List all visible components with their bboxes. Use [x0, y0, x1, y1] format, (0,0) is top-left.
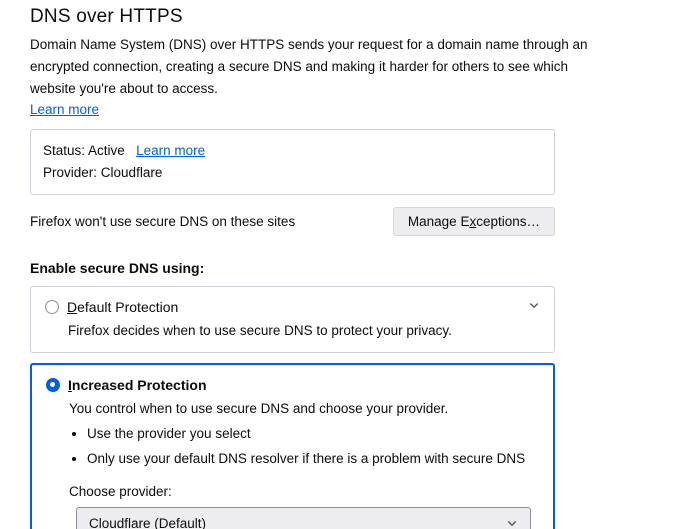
manage-exceptions-button[interactable]: Manage Exceptions… — [393, 207, 555, 236]
provider-select[interactable]: Cloudflare (Default) — [76, 507, 531, 529]
option-default-protection[interactable]: Default Protection Firefox decides when … — [30, 286, 555, 353]
list-item: Only use your default DNS resolver if th… — [87, 451, 539, 466]
doh-status-box: Status: Active Learn more Provider: Clou… — [30, 129, 555, 195]
status-value: Active — [88, 143, 125, 158]
option-default-title: Default Protection — [67, 299, 178, 315]
provider-value: Cloudflare — [101, 165, 163, 180]
provider-select-value: Cloudflare (Default) — [89, 516, 206, 529]
status-learn-more-link[interactable]: Learn more — [136, 143, 205, 158]
option-default-desc: Firefox decides when to use secure DNS t… — [68, 323, 540, 338]
exceptions-text: Firefox won't use secure DNS on these si… — [30, 214, 393, 229]
radio-increased-protection[interactable] — [46, 378, 60, 392]
choose-provider-label: Choose provider: — [69, 484, 539, 499]
option-increased-protection[interactable]: Increased Protection You control when to… — [30, 363, 555, 529]
list-item: Use the provider you select — [87, 426, 539, 441]
radio-default-protection[interactable] — [45, 300, 59, 314]
doh-learn-more-link[interactable]: Learn more — [30, 102, 99, 117]
doh-description: Domain Name System (DNS) over HTTPS send… — [30, 34, 590, 100]
page-title: DNS over HTTPS — [30, 6, 656, 28]
option-increased-title: Increased Protection — [68, 377, 207, 393]
chevron-down-icon — [506, 517, 518, 529]
chevron-down-icon[interactable] — [528, 299, 540, 311]
status-label: Status: — [43, 143, 85, 158]
provider-label: Provider: — [43, 165, 97, 180]
option-increased-desc: You control when to use secure DNS and c… — [69, 401, 539, 466]
enable-secure-dns-label: Enable secure DNS using: — [30, 260, 656, 276]
